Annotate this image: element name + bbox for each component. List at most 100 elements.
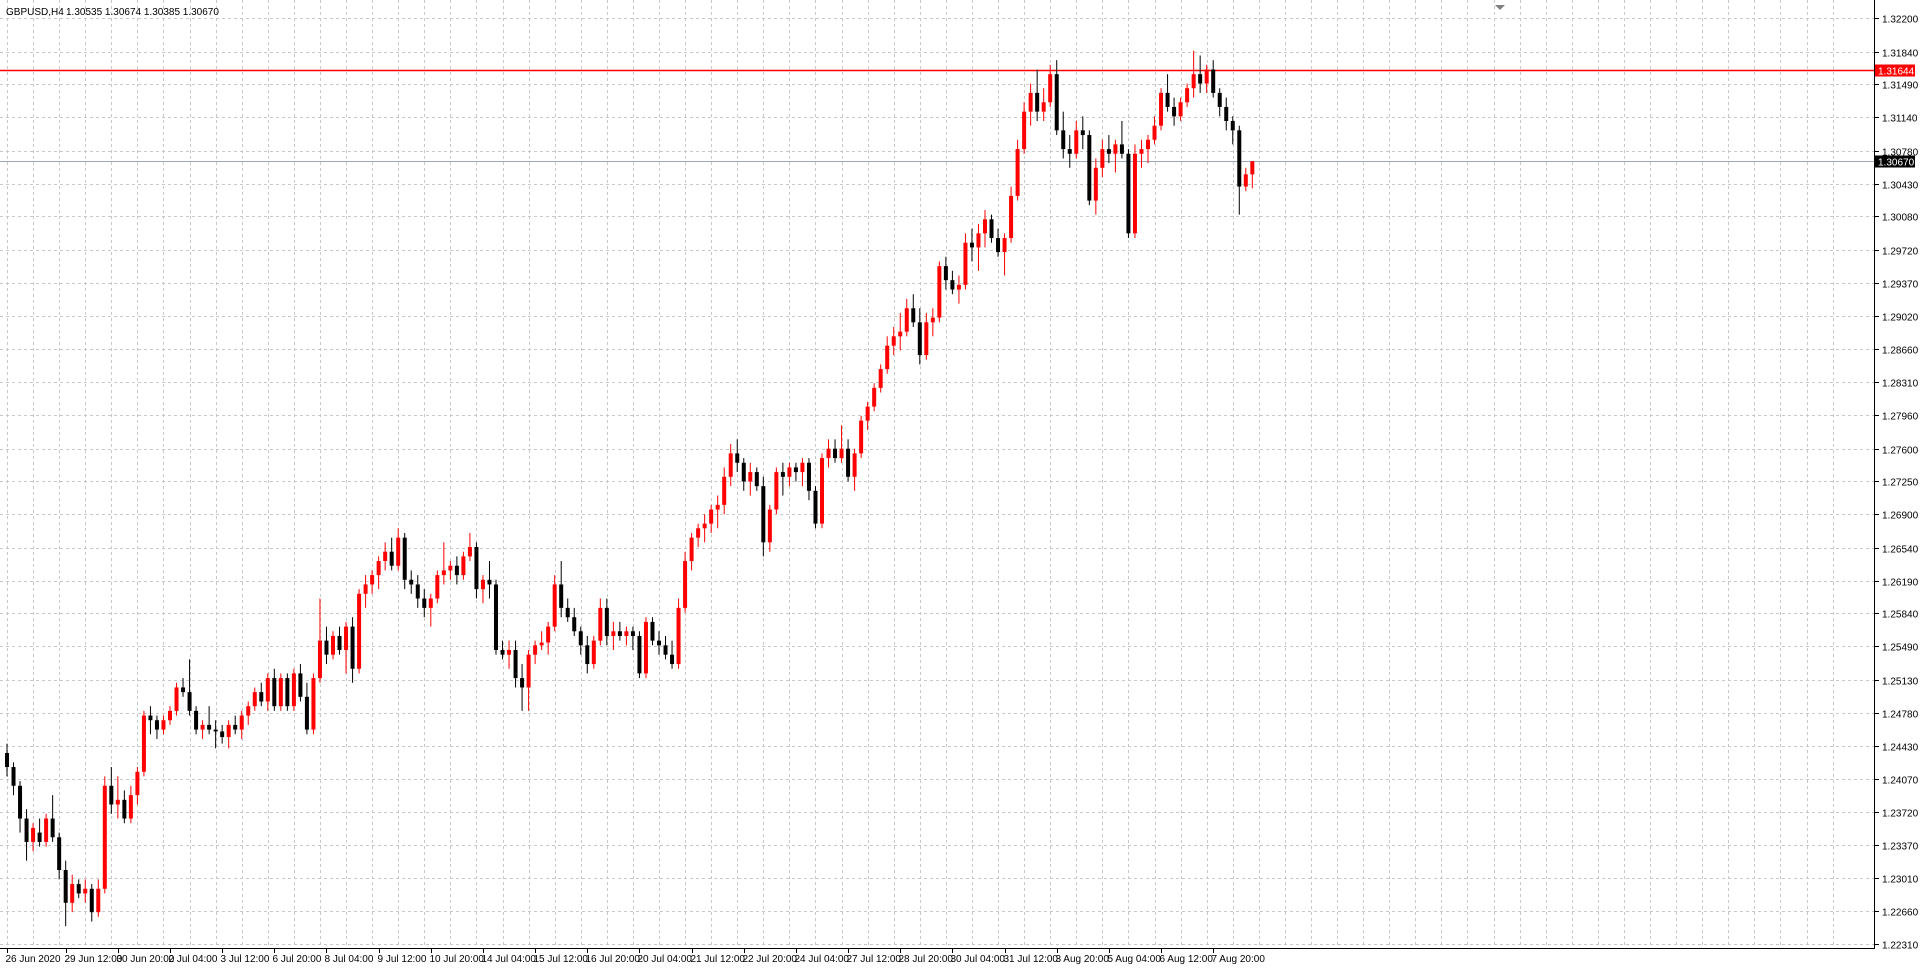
candle-body	[37, 832, 42, 842]
candle-body	[865, 406, 870, 421]
candle-body	[996, 238, 1001, 253]
candle	[494, 579, 498, 655]
candle-body	[1250, 161, 1255, 175]
candle-body	[168, 710, 172, 721]
y-tick-label: 1.22660	[1882, 908, 1919, 919]
candle-body	[715, 504, 720, 510]
candle-body	[122, 799, 127, 819]
x-tick-label: 9 Jul 12:00	[378, 954, 427, 965]
y-tick-label: 1.29370	[1882, 280, 1919, 291]
candle-body	[650, 621, 655, 641]
candle-body	[859, 420, 864, 454]
candle-body	[181, 687, 186, 693]
y-tick-label: 1.30080	[1882, 213, 1919, 224]
candle-body	[793, 467, 798, 473]
candle-body	[435, 575, 440, 599]
candle-body	[1211, 69, 1216, 93]
candle-body	[1061, 130, 1066, 150]
candle	[676, 598, 681, 669]
candle-body	[911, 308, 916, 323]
candle-body	[774, 472, 779, 510]
x-tick-label: 15 Jul 12:00	[534, 954, 589, 965]
candle-body	[1002, 238, 1007, 253]
candle-body	[324, 640, 329, 655]
candle	[1087, 130, 1092, 206]
candle-body	[800, 462, 805, 473]
candle-body	[161, 720, 166, 730]
candle-body	[696, 528, 701, 538]
candle-body	[591, 640, 596, 665]
candle-body	[1132, 153, 1137, 234]
x-tick-label: 10 Jul 20:00	[430, 954, 485, 965]
candle-body	[1054, 74, 1059, 131]
chart-background	[0, 0, 1920, 968]
y-tick-label: 1.29020	[1882, 313, 1919, 324]
candle-body	[872, 387, 877, 407]
candle-body	[1028, 92, 1033, 112]
candle-body	[63, 870, 68, 903]
candle-body	[930, 317, 935, 323]
candle-body	[448, 565, 453, 571]
candle-body	[1172, 106, 1177, 117]
x-tick-label: 3 Aug 20:00	[1056, 954, 1110, 965]
candle	[774, 467, 779, 515]
candle-body	[1198, 74, 1203, 84]
candle-body	[102, 785, 107, 889]
candle-body	[878, 369, 883, 388]
candle-body	[735, 453, 740, 463]
candle-body	[657, 640, 661, 646]
candle-body	[31, 827, 36, 842]
candle-body	[389, 551, 394, 566]
candle-body	[976, 233, 981, 248]
x-tick-label: 31 Jul 12:00	[1004, 954, 1059, 965]
candle	[285, 673, 290, 711]
candle	[278, 673, 283, 711]
candle-body	[617, 631, 622, 636]
candle-body	[24, 818, 29, 842]
candle-body	[1100, 149, 1105, 168]
y-tick-label: 1.27600	[1882, 446, 1919, 457]
candle-body	[572, 617, 577, 632]
candle-body	[1015, 149, 1020, 196]
candle-body	[154, 720, 159, 730]
price-chart[interactable]: 1.322001.318401.314901.311401.307801.304…	[0, 0, 1920, 968]
candle-body	[806, 462, 811, 491]
candle-body	[559, 584, 564, 608]
candle-body	[246, 706, 251, 716]
candle-body	[630, 631, 635, 636]
candle-body	[1230, 120, 1235, 131]
x-tick-label: 28 Jul 20:00	[899, 954, 954, 965]
candle-body	[233, 724, 238, 730]
y-tick-label: 1.23370	[1882, 842, 1919, 853]
candle-body	[272, 678, 277, 707]
x-tick-label: 8 Jul 04:00	[325, 954, 374, 965]
candle-body	[728, 453, 733, 477]
y-tick-label: 1.31490	[1882, 81, 1919, 92]
candle	[44, 813, 49, 847]
candle-body	[1106, 149, 1111, 154]
candle-body	[767, 509, 772, 543]
candle-body	[598, 607, 603, 641]
candle-body	[363, 584, 368, 594]
y-tick-label: 1.25130	[1882, 677, 1919, 688]
candle-body	[1191, 74, 1196, 89]
candle-body	[846, 448, 851, 477]
candle-body	[526, 654, 531, 688]
y-tick-label: 1.24780	[1882, 710, 1919, 721]
candle-body	[546, 626, 551, 643]
x-tick-label: 29 Jun 12:00	[65, 954, 123, 965]
candle-body	[983, 219, 987, 234]
candle-body	[474, 547, 479, 590]
candle-body	[898, 331, 903, 337]
candle-body	[409, 579, 414, 585]
candle-body	[500, 650, 505, 655]
candle	[102, 776, 107, 894]
candle-body	[611, 631, 616, 636]
x-tick-label: 20 Jul 04:00	[638, 954, 693, 965]
candle-body	[441, 570, 446, 576]
candle-body	[207, 724, 212, 730]
candle-body	[141, 715, 146, 772]
candle-body	[1217, 92, 1222, 107]
candle-body	[76, 884, 81, 894]
y-tick-label: 1.25840	[1882, 610, 1919, 621]
